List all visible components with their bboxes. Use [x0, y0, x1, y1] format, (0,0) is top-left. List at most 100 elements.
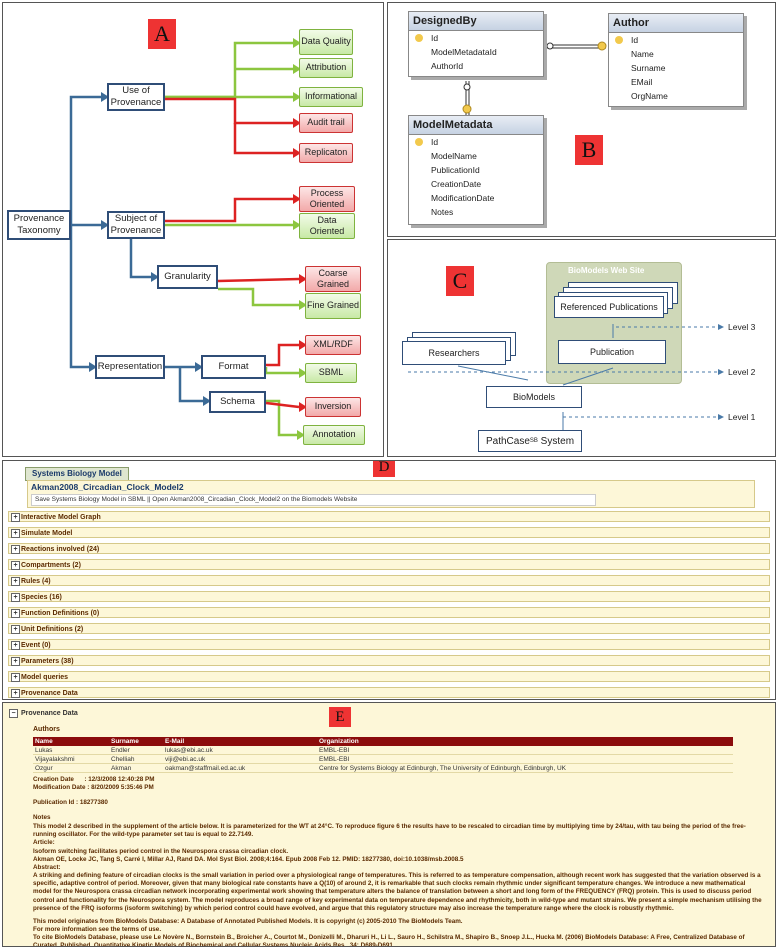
- modelmetadata-field: ModificationDate: [431, 193, 495, 203]
- node-schema: Schema: [209, 391, 266, 413]
- expand-icon[interactable]: +: [11, 657, 20, 666]
- expand-icon[interactable]: +: [11, 529, 20, 538]
- column-header: E-Mail: [163, 737, 317, 746]
- section-rules[interactable]: + Rules (4): [8, 575, 770, 586]
- tab-systems-biology-model[interactable]: Systems Biology Model: [25, 467, 129, 481]
- cell: Ozgur: [33, 763, 109, 773]
- notes-paragraph: This model 2 described in the supplement…: [33, 823, 746, 839]
- section-compartments[interactable]: + Compartments (2): [8, 559, 770, 570]
- modelmetadata-field: CreationDate: [431, 179, 482, 189]
- section-reactions[interactable]: + Reactions involved (24): [8, 543, 770, 554]
- node-biomodels: BioModels: [486, 386, 582, 408]
- leaf-data-oriented: Data Oriented: [299, 213, 355, 239]
- modelmetadata-field: Id: [409, 135, 543, 149]
- provenance-header[interactable]: − Provenance Data: [9, 709, 78, 718]
- node-use-of-provenance: Use of Provenance: [107, 83, 165, 111]
- abstract-label: Abstract:: [33, 863, 61, 871]
- cell: Endler: [109, 746, 163, 755]
- node-provenance-taxonomy: Provenance Taxonomy: [7, 210, 71, 240]
- leaf-xml-rdf: XML/RDF: [305, 335, 361, 355]
- designedby-field: ModelMetadataId: [431, 47, 497, 57]
- column-header: Name: [33, 737, 109, 746]
- column-header: Organization: [317, 737, 733, 746]
- cell: EMBL-EBI: [317, 754, 733, 764]
- node-referenced-publications: Referenced Publications: [554, 296, 664, 318]
- level-1-label: Level 1: [728, 412, 756, 422]
- designedby-field: Id: [409, 31, 543, 45]
- panel-d-label: D: [373, 461, 395, 477]
- column-header: Surname: [109, 737, 163, 746]
- article-reference: Akman OE, Locke JC, Tang S, Carré I, Mil…: [33, 855, 464, 863]
- cell: Centre for Systems Biology at Edinburgh,…: [317, 763, 733, 773]
- panel-b-database-schema: B DesignedBy Id ModelMetadataId AuthorId…: [387, 2, 776, 237]
- leaf-coarse-grained: Coarse Grained: [305, 266, 361, 292]
- table-designedby: DesignedBy Id ModelMetadataId AuthorId: [408, 11, 544, 77]
- cell: Lukas: [33, 746, 109, 755]
- leaf-replication: Replicaton: [299, 143, 353, 163]
- modelmetadata-title: ModelMetadata: [409, 116, 543, 135]
- collapse-icon[interactable]: −: [9, 709, 18, 718]
- modelmetadata-field: PublicationId: [431, 165, 480, 175]
- author-field: Id: [609, 33, 743, 47]
- section-species[interactable]: + Species (16): [8, 591, 770, 602]
- leaf-audit-trail: Audit trail: [299, 113, 353, 133]
- table-modelmetadata: ModelMetadata Id ModelName PublicationId…: [408, 115, 544, 225]
- cell: Akman: [109, 763, 163, 773]
- panel-c-architecture: C BioModels Web Site Referenced Publicat…: [387, 239, 776, 457]
- primary-key-icon: [415, 138, 423, 146]
- abstract-text: A striking and defining feature of circa…: [33, 872, 762, 912]
- expand-icon[interactable]: +: [11, 513, 20, 522]
- author-field: OrgName: [631, 91, 668, 101]
- authors-table: Name Surname E-Mail Organization Lukas En…: [33, 737, 733, 773]
- leaf-annotation: Annotation: [303, 425, 365, 445]
- expand-icon[interactable]: +: [11, 577, 20, 586]
- authors-label: Authors: [33, 726, 60, 733]
- section-model-queries[interactable]: + Model queries: [8, 671, 770, 682]
- section-event[interactable]: + Event (0): [8, 639, 770, 650]
- level-2-label: Level 2: [728, 367, 756, 377]
- cell: oakman@staffmail.ed.ac.uk: [163, 763, 317, 773]
- article-title: Isoform switching facilitates period con…: [33, 847, 289, 855]
- node-publication: Publication: [558, 340, 666, 364]
- model-title: Akman2008_Circadian_Clock_Model2: [31, 482, 184, 492]
- section-function-definitions[interactable]: + Function Definitions (0): [8, 607, 770, 618]
- leaf-informational: Informational: [299, 87, 363, 107]
- node-pathcase-system: PathCase SB System: [478, 430, 582, 452]
- cell: EMBL-EBI: [317, 746, 733, 755]
- section-simulate-model[interactable]: + Simulate Model: [8, 527, 770, 538]
- primary-key-icon: [415, 34, 423, 42]
- node-format: Format: [201, 355, 266, 379]
- author-field: Name: [631, 49, 654, 59]
- expand-icon[interactable]: +: [11, 545, 20, 554]
- expand-icon[interactable]: +: [11, 593, 20, 602]
- panel-e-label: E: [329, 707, 351, 727]
- designedby-title: DesignedBy: [409, 12, 543, 31]
- leaf-data-quality: Data Quality: [299, 29, 353, 55]
- section-provenance-data[interactable]: + Provenance Data: [8, 687, 770, 698]
- cell: viji@ebi.ac.uk: [163, 754, 317, 764]
- modelmetadata-field: ModelName: [431, 151, 477, 161]
- table-row: Lukas Endler lukas@ebi.ac.uk EMBL-EBI: [33, 746, 733, 755]
- terms-link[interactable]: For more information see the terms of us…: [33, 926, 763, 934]
- node-researchers: Researchers: [402, 341, 506, 365]
- cell: Vijayalakshmi: [33, 754, 109, 764]
- panel-a-provenance-taxonomy: A Provenance Taxonomy Use of Provenance …: [2, 2, 384, 457]
- expand-icon[interactable]: +: [11, 689, 20, 698]
- section-interactive-model-graph[interactable]: + Interactive Model Graph: [8, 511, 770, 522]
- section-parameters[interactable]: + Parameters (38): [8, 655, 770, 666]
- table-row: Vijayalakshmi Chelliah viji@ebi.ac.uk EMBL-…: [33, 754, 733, 764]
- node-granularity: Granularity: [157, 265, 218, 289]
- model-links[interactable]: Save Systems Biology Model in SBML || Op…: [31, 494, 596, 506]
- expand-icon[interactable]: +: [11, 641, 20, 650]
- expand-icon[interactable]: +: [11, 673, 20, 682]
- section-unit-definitions[interactable]: + Unit Definitions (2): [8, 623, 770, 634]
- cell: Chelliah: [109, 754, 163, 764]
- table-author: Author Id Name Surname EMail OrgName: [608, 13, 744, 107]
- expand-icon[interactable]: +: [11, 609, 20, 618]
- origin-text: This model originates from BioModels Dat…: [33, 917, 463, 925]
- model-box: Akman2008_Circadian_Clock_Model2 Save Sy…: [27, 480, 755, 508]
- expand-icon[interactable]: +: [11, 561, 20, 570]
- cell: lukas@ebi.ac.uk: [163, 746, 317, 755]
- expand-icon[interactable]: +: [11, 625, 20, 634]
- modification-date: Modification Date : 8/20/2009 5:35:46 PM: [33, 784, 154, 791]
